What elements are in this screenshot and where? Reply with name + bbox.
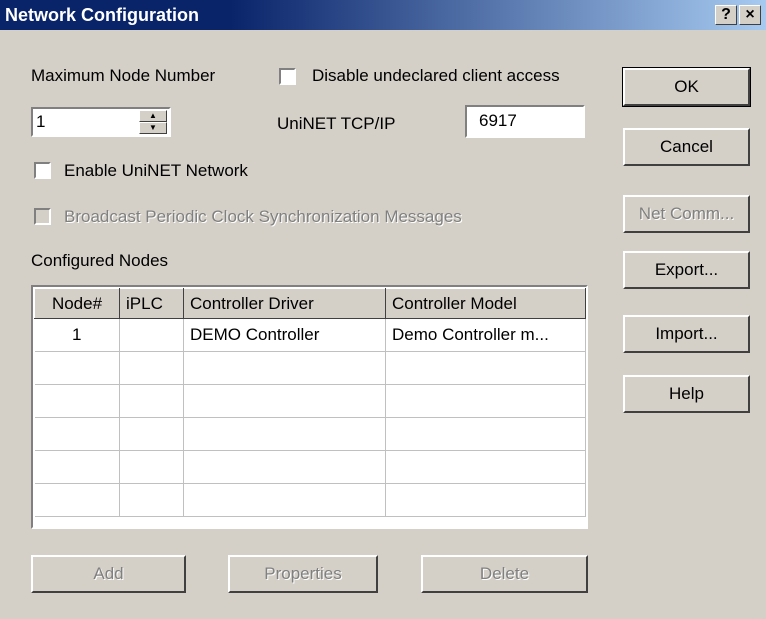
cell-iplc [119,351,184,385]
uninet-tcp-label: UniNET TCP/IP [277,114,396,133]
net-comm-button[interactable]: Net Comm... [623,195,750,233]
export-button[interactable]: Export... [623,251,750,289]
cell-driver [183,450,386,484]
configured-nodes-label: Configured Nodes [31,251,169,270]
cell-model [385,351,586,385]
cell-driver [183,384,386,418]
max-node-field[interactable]: 1 ▲ ▼ [31,107,171,137]
cell-node [34,417,120,451]
spin-down-icon[interactable]: ▼ [139,122,167,134]
max-node-label: Maximum Node Number [31,66,216,85]
delete-button[interactable]: Delete [421,555,588,593]
cell-iplc [119,450,184,484]
cell-model [385,384,586,418]
tcp-port-value: 6917 [479,111,517,130]
ok-button[interactable]: OK [622,67,751,107]
import-button[interactable]: Import... [623,315,750,353]
column-header-driver[interactable]: Controller Driver [183,288,386,319]
cell-model [385,450,586,484]
table-row[interactable] [34,351,586,385]
cell-iplc [119,318,184,352]
cell-driver [183,483,386,517]
cell-driver [183,417,386,451]
window-title: Network Configuration [5,5,199,25]
cell-node: 1 [34,318,120,352]
cell-node [34,384,120,418]
broadcast-checkbox[interactable] [34,208,51,225]
table-row[interactable] [34,483,586,517]
help-icon[interactable]: ? [715,5,737,25]
cell-node [34,450,120,484]
enable-uninet-checkbox[interactable] [34,162,51,179]
cancel-button[interactable]: Cancel [623,128,750,166]
disable-access-checkbox[interactable] [279,68,296,85]
title-bar: Network Configuration ? × [0,0,766,30]
cell-iplc [119,384,184,418]
spin-up-icon[interactable]: ▲ [139,110,167,122]
table-row[interactable] [34,450,586,484]
cell-node [34,483,120,517]
table-header-row: Node# iPLC Controller Driver Controller … [34,288,586,319]
column-header-node[interactable]: Node# [34,288,120,319]
cell-driver [183,351,386,385]
help-button[interactable]: Help [623,375,750,413]
disable-access-label: Disable undeclared client access [312,66,560,85]
enable-uninet-label: Enable UniNET Network [64,161,248,180]
table-row[interactable] [34,417,586,451]
cell-iplc [119,417,184,451]
cell-model [385,483,586,517]
cell-node [34,351,120,385]
table-row[interactable]: 1 DEMO Controller Demo Controller m... [34,318,586,352]
properties-button[interactable]: Properties [228,555,378,593]
column-header-model[interactable]: Controller Model [385,288,586,319]
add-button[interactable]: Add [31,555,186,593]
cell-model [385,417,586,451]
column-header-iplc[interactable]: iPLC [119,288,184,319]
cell-driver: DEMO Controller [183,318,386,352]
broadcast-label: Broadcast Periodic Clock Synchronization… [64,207,462,226]
cell-model: Demo Controller m... [385,318,586,352]
table-row[interactable] [34,384,586,418]
nodes-table: Node# iPLC Controller Driver Controller … [34,288,586,517]
tcp-port-field[interactable]: 6917 [465,105,585,138]
cell-iplc [119,483,184,517]
max-node-value: 1 [36,112,46,131]
close-icon[interactable]: × [739,5,761,25]
